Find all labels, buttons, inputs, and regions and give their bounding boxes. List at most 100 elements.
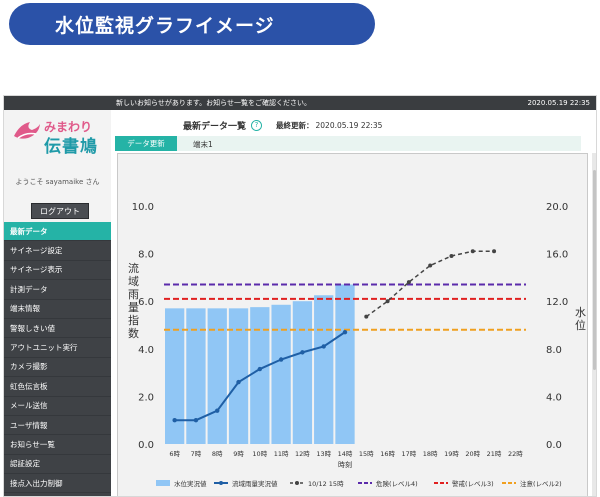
legend-label: 注意(レベル2) (520, 479, 562, 488)
sidebar-item-12[interactable]: 認証設定 (4, 455, 111, 475)
y-left-axis-label: 域 (128, 275, 139, 288)
actual-point (278, 357, 284, 362)
main-content: 最新データ一覧 ? 最終更新： 2020.05.19 22:35 データ更新 端… (111, 110, 596, 496)
app-window: 新しいお知らせがあります。お知らせ一覧をご確認ください。 2020.05.19 … (3, 95, 597, 497)
x-tick-label: 12時 (295, 450, 310, 458)
legend-label: 警戒(レベル3) (452, 479, 494, 488)
sidebar-item-1[interactable]: サイネージ設定 (4, 241, 111, 261)
logo-area: みまわり 伝書鳩 ようこそ sayamaike さん ログアウト (4, 110, 111, 222)
actual-point (257, 366, 263, 372)
x-tick-label: 18時 (423, 450, 438, 458)
updated-label: 最終更新： (276, 120, 314, 130)
x-tick-label: 9時 (233, 450, 244, 458)
x-tick-label: 7時 (191, 450, 202, 458)
x-tick-label: 15時 (359, 450, 374, 458)
tab-bar: データ更新 端末1 (115, 136, 581, 151)
x-tick-label: 16時 (380, 450, 395, 458)
x-tick-label: 22時 (508, 450, 523, 458)
y-right-tick-label: 4.0 (546, 392, 562, 403)
y-right-axis-label: 水 (575, 306, 586, 319)
y-left-tick-label: 8.0 (138, 250, 154, 261)
sidebar-item-5[interactable]: 警報しきい値 (4, 319, 111, 339)
title-row: 最新データ一覧 ? 最終更新： 2020.05.19 22:35 (183, 118, 382, 132)
sidebar-item-3[interactable]: 計測データ (4, 280, 111, 300)
water-level-chart: 0.0 2.0 4.0 6.0 8.0 10.0 0.0 4.0 8.0 12.0 16.0 20.0… (128, 202, 586, 488)
page-title: 最新データ一覧 (183, 121, 247, 132)
actual-point (300, 350, 305, 355)
help-icon[interactable]: ? (251, 119, 263, 131)
actual-point (342, 329, 348, 335)
sidebar-item-13[interactable]: 接点入出力制御 (4, 474, 111, 494)
x-tick-label: 21時 (487, 450, 502, 458)
sidebar-item-11[interactable]: お知らせ一覧 (4, 435, 111, 455)
sidebar-item-4[interactable]: 端末情報 (4, 300, 111, 319)
banner-title: 水位監視グラフイメージ (55, 14, 275, 37)
y-right-tick-label: 20.0 (546, 202, 568, 213)
y-left-tick-label: 2.0 (138, 392, 154, 403)
bar-14時 (335, 284, 355, 444)
legend-label: 10/12 15時 (308, 480, 344, 488)
bar-9時 (228, 308, 249, 444)
sidebar-item-9[interactable]: メール送信 (4, 397, 111, 416)
x-tick-label: 11時 (274, 450, 289, 458)
y-left-axis-label: 量 (128, 301, 139, 314)
forecast-point (470, 249, 475, 254)
legend-swatch-bar (156, 480, 170, 486)
page-banner: 水位監視グラフイメージ (9, 3, 375, 45)
legend-label: 水位実況値 (174, 479, 207, 488)
bar-8時 (207, 308, 227, 444)
x-tick-label: 19時 (444, 450, 459, 458)
legend-swatch-forecast-dot (295, 481, 299, 485)
notice-bar[interactable]: 新しいお知らせがあります。お知らせ一覧をご確認ください。 2020.05.19 … (4, 96, 596, 110)
welcome-text: ようこそ sayamaike さん (15, 178, 100, 186)
y-left-axis-label: 数 (128, 327, 139, 340)
actual-point (172, 418, 177, 423)
sidebar: みまわり 伝書鳩 ようこそ sayamaike さん ログアウト 最新データ サイ… (4, 110, 111, 496)
logout-button[interactable]: ログアウト (31, 203, 89, 219)
x-tick-label: 17時 (401, 450, 416, 458)
x-tick-label: 14時 (338, 450, 353, 458)
scrollbar-thumb[interactable] (593, 170, 596, 370)
y-left-axis-label: 指 (128, 313, 139, 327)
sidebar-item-6[interactable]: アウトユニット実行 (4, 338, 111, 358)
sidebar-item-0[interactable]: 最新データ (4, 222, 111, 242)
updated-value: 2020.05.19 22:35 (315, 120, 383, 130)
notice-datetime: 2020.05.19 22:35 (527, 99, 590, 107)
legend-label: 流域雨量実況値 (232, 479, 278, 488)
actual-point (321, 344, 326, 349)
bar-7時 (186, 308, 206, 444)
x-tick-label: 8時 (212, 450, 223, 458)
sidebar-item-10[interactable]: ユーザ情報 (4, 416, 111, 436)
logo-text-bottom: 伝書鳩 (44, 137, 98, 157)
sidebar-item-14[interactable]: 閲覧用アカウントの管理 (4, 493, 111, 496)
y-right-axis-label: 位 (575, 318, 586, 332)
chart-panel: 0.0 2.0 4.0 6.0 8.0 10.0 0.0 4.0 8.0 12.0 16.0 20.0… (117, 153, 588, 496)
x-tick-label: 10時 (252, 450, 267, 458)
sidebar-item-2[interactable]: サイネージ表示 (4, 261, 111, 281)
tab-terminal[interactable]: 端末1 (193, 139, 213, 150)
x-tick-label: 13時 (316, 450, 331, 458)
y-left-axis-label: 流 (128, 261, 139, 275)
forecast-point (385, 299, 390, 304)
sidebar-menu: 最新データ サイネージ設定 サイネージ表示 計測データ 端末情報 警報しきい値 アウトユニッ… (4, 222, 111, 496)
refresh-data-button[interactable]: データ更新 (115, 136, 177, 151)
bar-6時 (165, 308, 185, 444)
forecast-point (492, 249, 497, 254)
bar-12時 (292, 301, 313, 444)
bar-11時 (271, 304, 291, 444)
y-right-tick-label: 0.0 (546, 440, 562, 451)
forecast-point (428, 263, 433, 268)
legend-swatch-actual-dot (219, 481, 223, 485)
sidebar-item-7[interactable]: カメラ撮影 (4, 358, 111, 378)
actual-point (193, 418, 199, 423)
pigeon-logo-icon (14, 122, 40, 139)
y-right-tick-label: 16.0 (546, 250, 568, 261)
notice-text[interactable]: 新しいお知らせがあります。お知らせ一覧をご確認ください。 (116, 98, 311, 108)
sidebar-item-8[interactable]: 虹色伝言板 (4, 377, 111, 397)
x-axis-label: 時刻 (338, 460, 352, 469)
y-right-tick-label: 12.0 (546, 297, 568, 308)
actual-point (236, 379, 241, 385)
y-left-axis-label: 雨 (128, 288, 139, 301)
bar-10時 (250, 307, 270, 444)
forecast-point (449, 253, 454, 258)
